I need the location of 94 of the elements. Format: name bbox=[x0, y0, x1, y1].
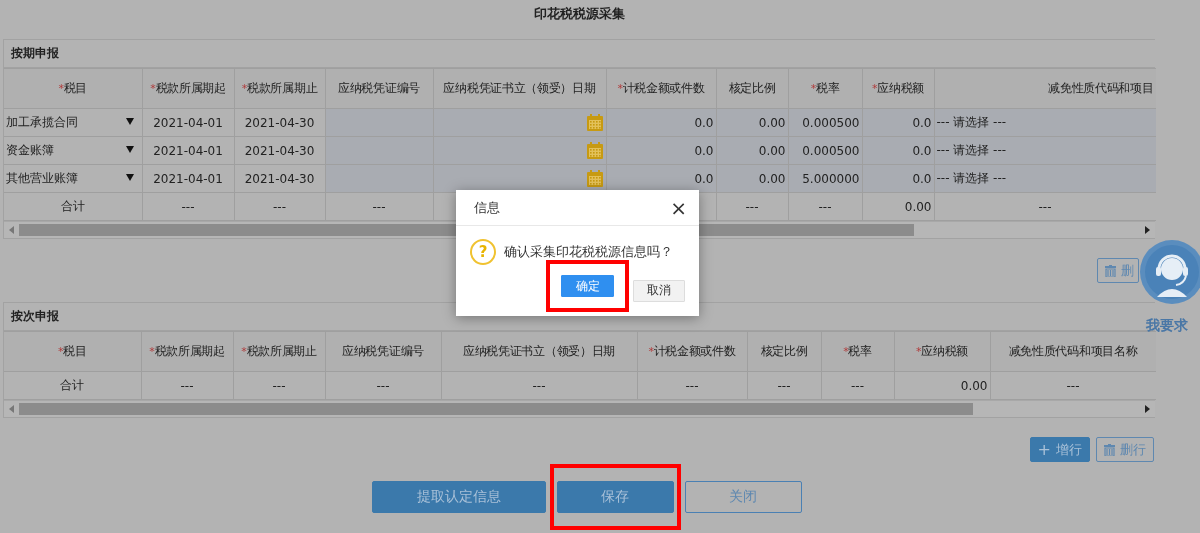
table-cell: 2021-04-30 bbox=[234, 136, 325, 165]
relief-select[interactable]: --- 请选择 --- bbox=[934, 136, 1156, 165]
column-header-label: 核定比例 bbox=[760, 344, 808, 358]
column-header-label: 应纳税凭证编号 bbox=[338, 81, 420, 95]
dialog-message: 确认采集印花税税源信息吗？ bbox=[504, 243, 673, 261]
table-input[interactable]: 0.0 bbox=[862, 164, 934, 193]
relief-select[interactable]: --- 请选择 --- bbox=[934, 164, 1156, 193]
tax-item-select[interactable]: 加工承揽合同 bbox=[4, 108, 142, 137]
total-label: 合计 bbox=[4, 192, 142, 221]
required-mark: * bbox=[916, 345, 922, 358]
dropdown-arrow-icon bbox=[125, 118, 134, 125]
table-cell: 2021-04-30 bbox=[234, 108, 325, 137]
table-cell: --- bbox=[716, 192, 788, 221]
table-cell: 2021-04-30 bbox=[234, 164, 325, 193]
table-cell: --- bbox=[637, 371, 747, 400]
required-mark: * bbox=[810, 82, 816, 95]
scroll-right-icon bbox=[1145, 226, 1150, 234]
table-input[interactable]: 0.000500 bbox=[788, 136, 862, 165]
dropdown-arrow-icon bbox=[125, 174, 134, 181]
calendar-icon bbox=[585, 169, 604, 188]
table-input[interactable]: 0.0 bbox=[606, 136, 716, 165]
column-header-label: 税率 bbox=[848, 344, 872, 358]
required-mark: * bbox=[617, 82, 623, 95]
column-header-label: 应纳税凭证书立（领受）日期 bbox=[462, 344, 616, 358]
table-input[interactable]: 0.00 bbox=[716, 136, 788, 165]
table-input[interactable]: 0.0 bbox=[862, 108, 934, 137]
column-header-label: 税款所属期起 bbox=[155, 81, 226, 95]
table-cell: --- bbox=[325, 192, 433, 221]
table-cell: 2021-04-01 bbox=[142, 164, 234, 193]
table-cell: --- bbox=[234, 192, 325, 221]
dialog-title: 信息 bbox=[474, 198, 500, 217]
table-cell: --- bbox=[441, 371, 637, 400]
table-cell: --- bbox=[233, 371, 325, 400]
column-header-label: 应纳税凭证编号 bbox=[342, 344, 424, 358]
tax-item-select[interactable]: 其他营业账簿 bbox=[4, 164, 142, 193]
required-mark: * bbox=[843, 345, 849, 358]
close-button[interactable]: × bbox=[670, 197, 687, 218]
relief-select[interactable]: --- 请选择 --- bbox=[934, 108, 1156, 137]
date-field[interactable] bbox=[433, 136, 606, 165]
column-header-label: 税目 bbox=[63, 81, 88, 95]
support-agent-icon bbox=[1139, 239, 1200, 305]
required-mark: * bbox=[648, 345, 654, 358]
required-mark: * bbox=[241, 82, 247, 95]
column-header-label: 应纳税额 bbox=[921, 344, 968, 358]
column-header-label: 核定比例 bbox=[728, 81, 776, 95]
table-cell: 0.00 bbox=[862, 192, 934, 221]
scrollbar-thumb[interactable] bbox=[19, 403, 973, 415]
table-input[interactable]: 0.0 bbox=[606, 108, 716, 137]
table-input[interactable]: 0.00 bbox=[716, 164, 788, 193]
table-cell: --- bbox=[141, 371, 233, 400]
date-field[interactable] bbox=[433, 108, 606, 137]
column-header-label: 计税金额或件数 bbox=[653, 344, 736, 358]
column-header-label: 减免性质代码和项目名称 bbox=[1008, 344, 1138, 358]
cancel-button[interactable]: 取消 bbox=[633, 279, 685, 302]
page-title: 印花税税源采集 bbox=[532, 5, 626, 23]
scroll-right-icon bbox=[1145, 405, 1150, 413]
trash-icon bbox=[1105, 264, 1116, 277]
horizontal-scrollbar[interactable] bbox=[4, 400, 1155, 417]
required-mark: * bbox=[149, 345, 155, 358]
question-icon: ? bbox=[470, 239, 496, 265]
scroll-left-icon bbox=[9, 405, 14, 413]
table-input[interactable]: 5.000000 bbox=[788, 164, 862, 193]
table-input[interactable]: 0.00 bbox=[716, 108, 788, 137]
trash-icon bbox=[1104, 443, 1115, 456]
column-header-label: 计税金额或件数 bbox=[622, 81, 705, 95]
table-cell: --- bbox=[142, 192, 234, 221]
column-header-label: 应纳税额 bbox=[877, 81, 924, 95]
required-mark: * bbox=[58, 82, 64, 95]
column-header-label: 税目 bbox=[63, 344, 87, 358]
table-input[interactable]: 0.000500 bbox=[788, 108, 862, 137]
required-mark: * bbox=[57, 345, 64, 358]
column-header-label: 税款所属期起 bbox=[154, 344, 225, 358]
table-cell: 2021-04-01 bbox=[142, 136, 234, 165]
required-mark: * bbox=[872, 82, 878, 95]
table-cell: --- bbox=[747, 371, 821, 400]
table-cell: 2021-04-01 bbox=[142, 108, 234, 137]
required-mark: * bbox=[241, 345, 247, 358]
calendar-icon bbox=[585, 141, 604, 160]
table-cell: --- bbox=[325, 371, 441, 400]
dropdown-arrow-icon bbox=[125, 146, 134, 153]
calendar-icon bbox=[585, 113, 604, 132]
column-header-label: 应纳税凭证书立（领受）日期 bbox=[443, 81, 596, 95]
table-cell: 0.00 bbox=[894, 371, 990, 400]
column-header-label: 税款所属期止 bbox=[246, 344, 317, 358]
column-header-label: 减免性质代码和项目 bbox=[1048, 81, 1154, 95]
table-input[interactable]: 0.0 bbox=[862, 136, 934, 165]
table-cell: --- bbox=[821, 371, 894, 400]
scroll-left-icon bbox=[9, 226, 14, 234]
required-mark: * bbox=[150, 82, 156, 95]
table-cell: --- bbox=[788, 192, 862, 221]
tax-item-select[interactable]: 资金账簿 bbox=[4, 136, 142, 165]
column-header-label: 税款所属期止 bbox=[247, 81, 318, 95]
total-label: 合计 bbox=[4, 371, 141, 400]
column-header-label: 税率 bbox=[815, 81, 840, 95]
